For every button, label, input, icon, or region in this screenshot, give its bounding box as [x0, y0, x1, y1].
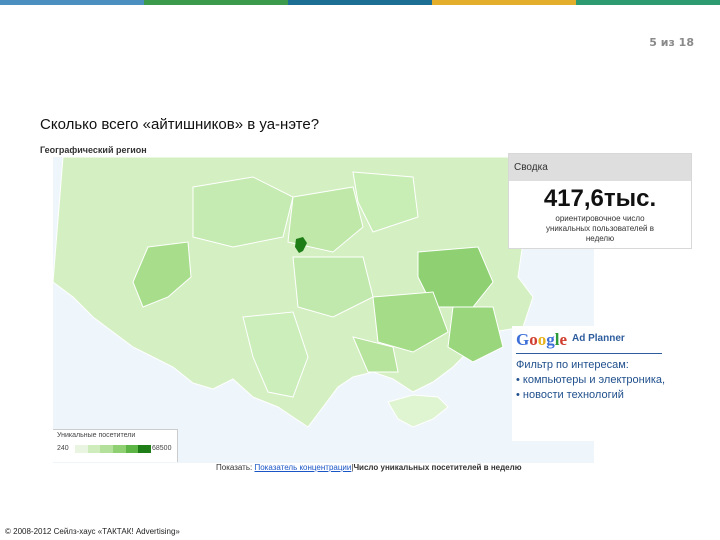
legend-max: 68500: [152, 445, 172, 452]
legend-swatch: [113, 445, 126, 453]
ad-planner-label: Ad Planner: [572, 333, 625, 344]
google-letter: g: [546, 330, 555, 349]
legend-color-scale: [75, 445, 152, 453]
filter-title: Фильтр по интересам:: [516, 359, 629, 371]
ad-planner-panel: Google Ad Planner Фильтр по интересам: •…: [512, 326, 665, 441]
google-letter: o: [529, 330, 538, 349]
legend-title: Уникальные посетители: [57, 432, 136, 439]
top-bar-segment: [0, 0, 144, 5]
map-legend: Уникальные посетители 240 68500: [53, 429, 178, 462]
google-logo: Google: [516, 330, 567, 350]
top-bar-segment: [144, 0, 288, 5]
top-color-bar: [0, 0, 720, 5]
legend-swatch: [138, 445, 152, 453]
copyright: © 2008-2012 Сейлз-хаус «ТАКТАК! Advertis…: [5, 527, 180, 536]
legend-swatch: [87, 445, 101, 453]
legend-min: 240: [57, 445, 69, 452]
legend-swatch: [75, 445, 88, 453]
summary-description: ориентировочное число уникальных пользов…: [546, 214, 654, 243]
google-letter: e: [559, 330, 568, 349]
legend-swatch: [100, 445, 114, 453]
filter-item: • компьютеры и электроника,: [516, 374, 666, 386]
legend-swatch: [125, 445, 139, 453]
google-letter: G: [516, 330, 530, 349]
divider: [516, 353, 662, 354]
summary-panel: Сводка 417,6тыс. ориентировочное число у…: [508, 153, 692, 249]
top-bar-segment: [288, 0, 432, 5]
summary-header: Сводка: [509, 154, 691, 181]
show-label: Показать:: [216, 463, 253, 472]
top-bar-segment: [576, 0, 720, 5]
map-label: Географический регион: [40, 145, 147, 155]
interest-filter: Фильтр по интересам: • компьютеры и элек…: [516, 358, 666, 403]
page-number: 5 из 18: [649, 36, 694, 49]
concentration-link[interactable]: Показатель концентрации: [254, 463, 351, 472]
google-letter: o: [537, 330, 547, 349]
filter-item: • новости технологий: [516, 389, 624, 401]
slide-title: Сколько всего «айтишников» в уа-нэте?: [40, 116, 320, 133]
summary-value: 417,6тыс.: [543, 185, 657, 212]
map-footer: Показать: Показатель концентрации|Число …: [216, 463, 522, 472]
unique-visitors-label[interactable]: Число уникальных посетителей в неделю: [353, 463, 521, 472]
top-bar-segment: [432, 0, 576, 5]
